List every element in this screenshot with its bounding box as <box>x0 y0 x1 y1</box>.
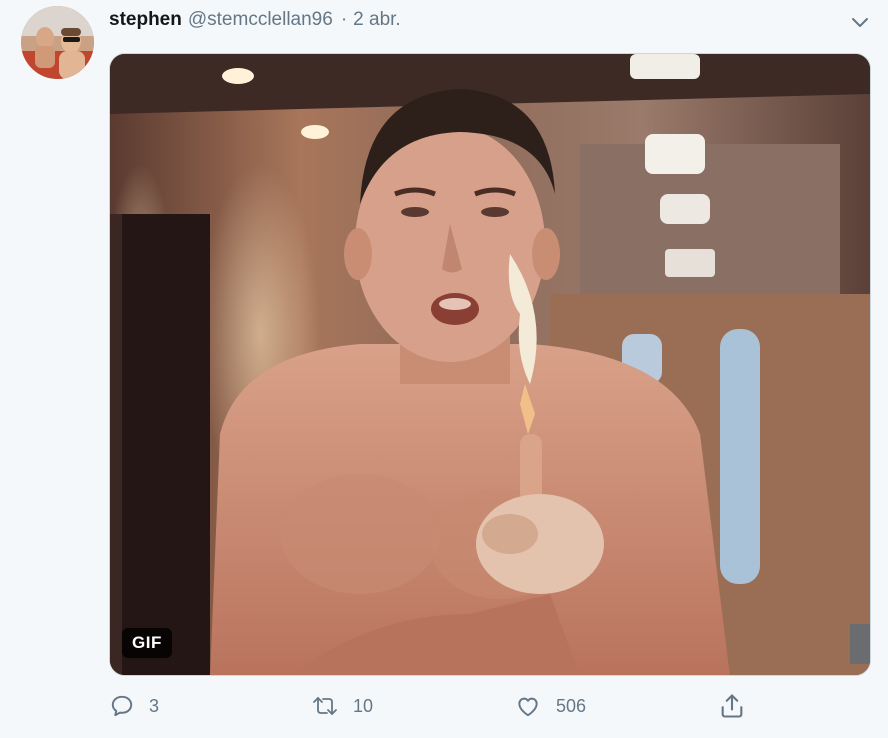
tweet-timestamp[interactable]: 2 abr. <box>353 9 401 31</box>
avatar[interactable] <box>21 6 94 79</box>
reply-icon <box>111 695 133 717</box>
retweet-icon <box>313 697 337 715</box>
heart-icon <box>518 697 538 717</box>
like-count: 506 <box>556 695 587 716</box>
user-handle[interactable]: @stemcclellan96 <box>188 9 333 31</box>
tweet-media-gif[interactable] <box>109 53 871 676</box>
tweet-header: stephen @stemcclellan96 · 2 abr. <box>109 7 401 33</box>
separator-dot: · <box>340 9 348 30</box>
gif-frame <box>110 54 870 675</box>
gif-badge: GIF <box>122 628 172 658</box>
reply-button[interactable]: 3 <box>109 690 159 722</box>
share-icon <box>721 694 743 718</box>
tweet-actions: 3 10 506 <box>0 690 888 722</box>
retweet-button[interactable]: 10 <box>311 690 373 722</box>
display-name[interactable]: stephen <box>109 9 182 31</box>
retweet-count: 10 <box>353 695 374 716</box>
share-button[interactable] <box>718 690 746 722</box>
like-button[interactable]: 506 <box>514 690 586 722</box>
tweet-menu-button[interactable] <box>848 10 872 34</box>
reply-count: 3 <box>149 695 160 716</box>
avatar-image <box>21 6 94 79</box>
chevron-down-icon <box>852 18 868 27</box>
